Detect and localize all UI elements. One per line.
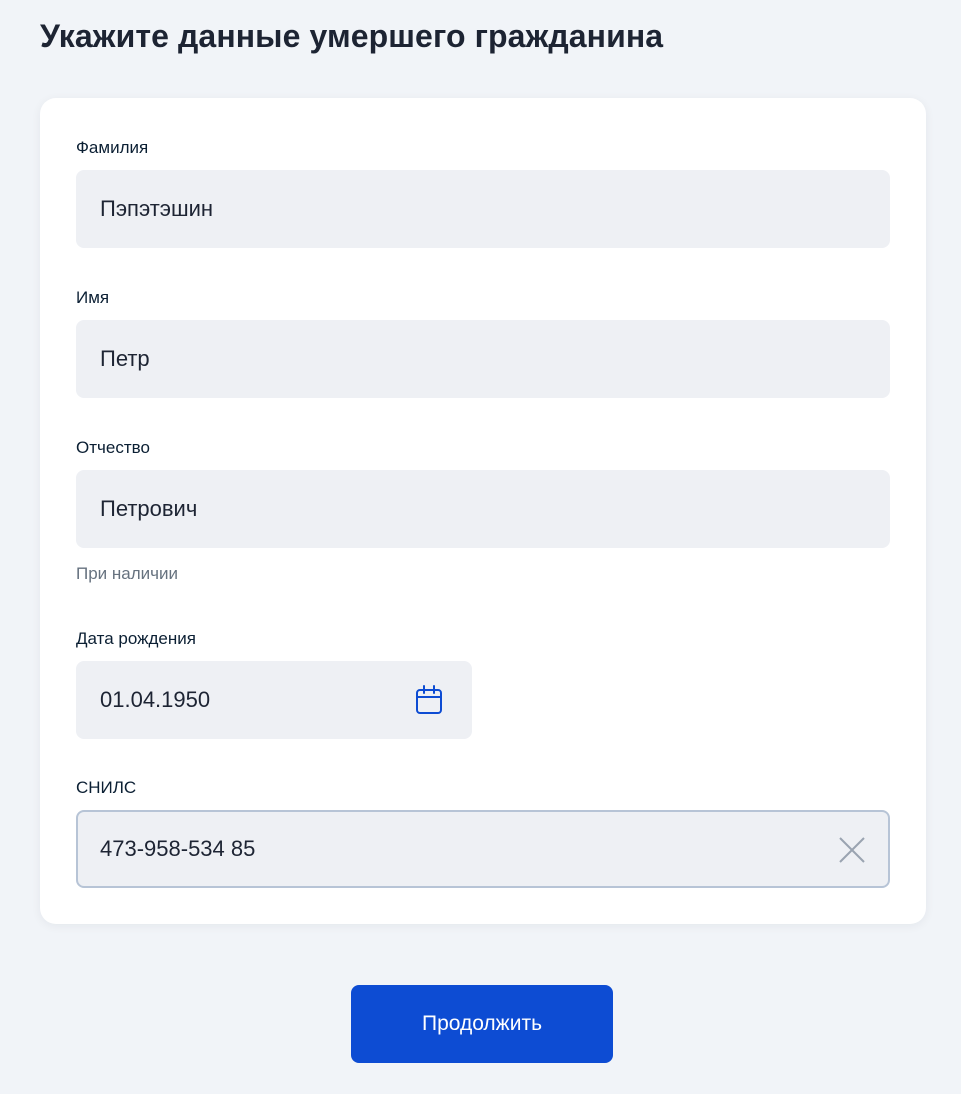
patronymic-value: Петрович — [100, 496, 198, 521]
surname-field[interactable]: Пэпэтэшин — [76, 170, 890, 248]
deceased-form-card: Фамилия Пэпэтэшин Имя Петр Отчество Петр… — [40, 98, 926, 924]
name-value: Петр — [100, 346, 150, 371]
snils-field[interactable]: 473-958-534 85 — [76, 810, 890, 888]
birth-date-label: Дата рождения — [76, 629, 196, 648]
name-field[interactable]: Петр — [76, 320, 890, 398]
patronymic-hint: При наличии — [76, 564, 178, 583]
calendar-icon[interactable] — [414, 685, 444, 715]
birth-date-field[interactable]: 01.04.1950 — [76, 661, 472, 739]
snils-value: 473-958-534 85 — [100, 836, 256, 861]
surname-label: Фамилия — [76, 138, 149, 157]
patronymic-field[interactable]: Петрович — [76, 470, 890, 548]
snils-label: СНИЛС — [76, 778, 137, 797]
continue-button[interactable]: Продолжить — [351, 985, 613, 1063]
name-label: Имя — [76, 288, 110, 307]
close-icon[interactable] — [838, 836, 866, 864]
surname-value: Пэпэтэшин — [100, 196, 214, 221]
birth-date-value: 01.04.1950 — [100, 687, 211, 712]
page-title: Укажите данные умершего гражданина — [40, 18, 664, 54]
patronymic-label: Отчество — [76, 438, 150, 457]
